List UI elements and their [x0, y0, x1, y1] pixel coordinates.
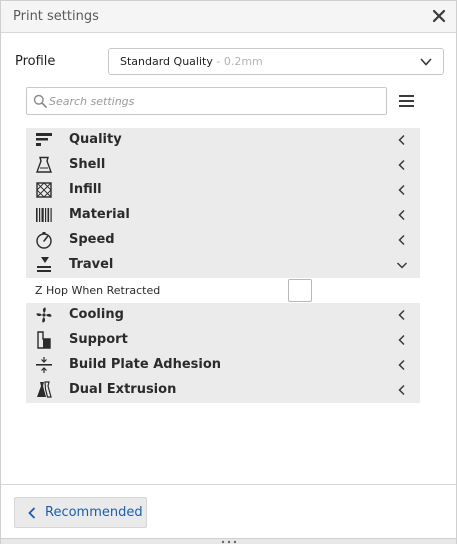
profile-layer-height: - 0.2mm [212, 55, 263, 68]
settings-category-list: Quality Shell Infill Material Speed Trav… [26, 128, 420, 403]
category-label: Support [69, 332, 128, 347]
chevron-left-icon [398, 384, 405, 396]
search-input[interactable] [49, 92, 379, 110]
chevron-left-icon [398, 359, 405, 371]
hamburger-menu-icon[interactable] [399, 95, 414, 107]
category-label: Dual Extrusion [69, 382, 177, 397]
quality-icon [36, 133, 52, 146]
search-field[interactable] [26, 87, 387, 115]
chevron-left-icon [398, 184, 405, 196]
speed-icon [36, 232, 52, 249]
category-build-plate-adhesion[interactable]: Build Plate Adhesion [26, 353, 420, 378]
chevron-left-icon [398, 234, 405, 246]
search-icon [33, 94, 47, 108]
category-dual-extrusion[interactable]: Dual Extrusion [26, 378, 420, 403]
chevron-left-icon [398, 334, 405, 346]
dual-extrusion-icon [37, 381, 52, 398]
drag-handle-icon[interactable] [219, 540, 239, 544]
category-label: Speed [69, 232, 115, 247]
close-icon[interactable] [430, 7, 448, 25]
category-label: Infill [69, 182, 102, 197]
category-quality[interactable]: Quality [26, 128, 420, 153]
chevron-left-icon [398, 309, 405, 321]
profile-name: Standard Quality [120, 55, 213, 68]
travel-icon [37, 257, 51, 272]
recommended-label: Recommended [45, 505, 143, 520]
shell-icon [36, 156, 52, 173]
chevron-left-icon [398, 159, 405, 171]
category-infill[interactable]: Infill [26, 178, 420, 203]
category-support[interactable]: Support [26, 328, 420, 353]
category-label: Travel [69, 257, 114, 272]
z-hop-checkbox[interactable] [288, 279, 312, 302]
category-label: Shell [69, 157, 106, 172]
category-label: Cooling [69, 307, 124, 322]
resize-strip [1, 538, 456, 544]
chevron-left-icon [398, 134, 405, 146]
category-material[interactable]: Material [26, 203, 420, 228]
panel-title: Print settings [13, 9, 99, 24]
chevron-down-icon [396, 262, 408, 269]
category-label: Build Plate Adhesion [69, 357, 222, 372]
setting-label: Z Hop When Retracted [35, 284, 161, 297]
infill-icon [36, 182, 52, 198]
setting-z-hop-when-retracted: Z Hop When Retracted [26, 278, 420, 303]
profile-dropdown[interactable]: Standard Quality - 0.2mm [108, 48, 444, 75]
cooling-icon [36, 307, 52, 323]
category-travel[interactable]: Travel [26, 253, 420, 278]
support-icon [37, 331, 51, 349]
category-cooling[interactable]: Cooling [26, 303, 420, 328]
category-speed[interactable]: Speed [26, 228, 420, 253]
panel-header: Print settings [1, 1, 456, 33]
profile-value: Standard Quality - 0.2mm [120, 55, 263, 68]
category-label: Material [69, 207, 130, 222]
material-icon [36, 208, 52, 222]
chevron-down-icon [420, 58, 432, 66]
build-plate-adhesion-icon [36, 357, 52, 373]
profile-label: Profile [15, 54, 56, 69]
footer-divider [1, 484, 456, 485]
chevron-left-icon [28, 507, 36, 519]
category-label: Quality [69, 132, 122, 147]
recommended-button[interactable]: Recommended [14, 497, 147, 528]
chevron-left-icon [398, 209, 405, 221]
category-shell[interactable]: Shell [26, 153, 420, 178]
print-settings-panel: Print settings Profile Standard Quality … [0, 0, 457, 544]
